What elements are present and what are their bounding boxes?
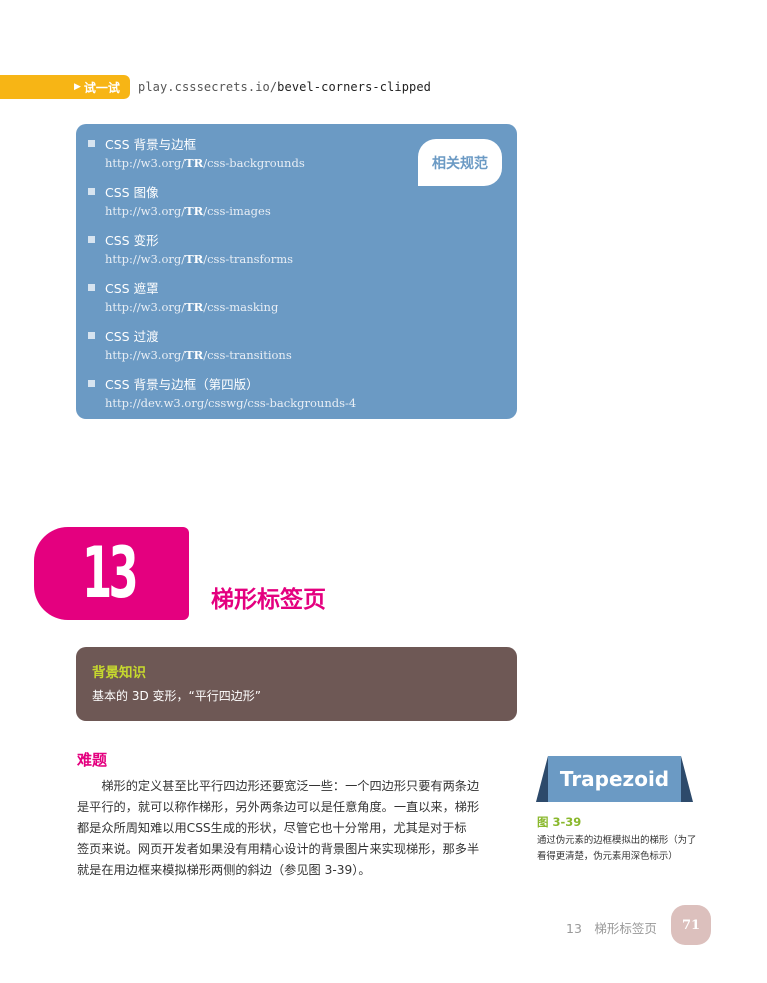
spec-link-url-pre: http://w3.org/	[105, 156, 186, 170]
spec-title: CSS 遮罩	[88, 277, 356, 297]
spec-link[interactable]: http://w3.org/TR/css-backgrounds	[88, 153, 356, 173]
try-it-url[interactable]: play.csssecrets.io/bevel-corners-clipped	[138, 80, 431, 94]
body-line: 是平行的，就可以称作梯形，另外两条边可以是任意角度。一直以来，梯形	[77, 800, 480, 814]
spec-link-url-pre: http://w3.org/	[105, 348, 186, 362]
spec-item: CSS 图像 http://w3.org/TR/css-images	[88, 181, 356, 229]
background-knowledge-box: 背景知识 基本的 3D 变形，“平行四边形”	[76, 647, 517, 721]
play-arrow-icon: ▶	[74, 82, 81, 92]
spec-link-url-pre: http://w3.org/	[105, 300, 186, 314]
spec-item: CSS 背景与边框（第四版） http://dev.w3.org/csswg/cs…	[88, 373, 356, 421]
spec-item: CSS 遮罩 http://w3.org/TR/css-masking	[88, 277, 356, 325]
spec-link[interactable]: http://w3.org/TR/css-transforms	[88, 249, 356, 269]
spec-link-url-post: /css-masking	[203, 300, 279, 314]
background-knowledge-label: 背景知识	[92, 665, 146, 681]
figure-number: 图 3-39	[537, 815, 582, 829]
chapter-title: 梯形标签页	[211, 587, 326, 613]
spec-link-url-post: /css-backgrounds	[203, 156, 305, 170]
spec-title: CSS 背景与边框	[88, 133, 356, 153]
try-it-label: 试一试	[83, 80, 120, 95]
spec-link-url-bold: TR	[185, 300, 204, 314]
spec-link[interactable]: http://w3.org/TR/css-masking	[88, 297, 356, 317]
body-paragraph: 梯形的定义甚至比平行四边形还要宽泛一些：一个四边形只要有两条边 是平行的，就可以称…	[77, 776, 518, 881]
try-it-tab: ▶ 试一试	[0, 75, 130, 99]
square-bullet-icon	[88, 139, 95, 147]
body-line: 签页来说。网页开发者如果没有用精心设计的背景图片来实现梯形，那多半	[77, 842, 480, 856]
spec-link-url-post: /css-transforms	[203, 252, 294, 266]
square-bullet-icon	[88, 235, 95, 243]
spec-link-url-pre: http://w3.org/	[105, 252, 186, 266]
spec-link-url-pre: http://w3.org/	[105, 204, 186, 218]
body-line: 都是众所周知难以用CSS生成的形状，尽管它也十分常用，尤其是对于标	[77, 821, 467, 835]
spec-item: CSS 背景与边框 http://w3.org/TR/css-background…	[88, 133, 356, 181]
spec-link[interactable]: http://w3.org/TR/css-images	[88, 201, 356, 221]
spec-title-text: CSS 遮罩	[105, 280, 159, 296]
spec-title-text: CSS 图像	[105, 184, 159, 200]
figure-caption: 通过伪元素的边框模拟出的梯形（为了看得更清楚，伪元素用深色标示）	[537, 835, 697, 862]
section-title: 难题	[77, 751, 108, 769]
spec-link-url-pre: http://dev.w3.org/csswg/css-backgrounds-…	[105, 396, 357, 410]
spec-link-url-post: /css-images	[203, 204, 271, 218]
try-it-url-path: bevel-corners-clipped	[277, 80, 431, 94]
square-bullet-icon	[88, 379, 95, 387]
spec-title-text: CSS 变形	[105, 232, 159, 248]
spec-title: CSS 图像	[88, 181, 356, 201]
body-line: 梯形的定义甚至比平行四边形还要宽泛一些：一个四边形只要有两条边	[77, 779, 480, 793]
spec-title-text: CSS 背景与边框（第四版）	[105, 376, 259, 392]
spec-link-url-bold: TR	[185, 348, 204, 362]
spec-link-url-bold: TR	[185, 156, 204, 170]
trapezoid-figure: Trapezoid	[536, 756, 693, 804]
chapter-number: 13	[82, 532, 139, 614]
background-knowledge-text: 基本的 3D 变形，“平行四边形”	[92, 689, 261, 703]
spec-link-url-bold: TR	[185, 252, 204, 266]
spec-list: CSS 背景与边框 http://w3.org/TR/css-background…	[88, 133, 356, 421]
trapezoid-label: Trapezoid	[560, 767, 669, 791]
spec-link[interactable]: http://w3.org/TR/css-transitions	[88, 345, 356, 365]
spec-title: CSS 变形	[88, 229, 356, 249]
trapezoid-shape: Trapezoid	[536, 756, 693, 802]
related-specs-badge: 相关规范	[418, 139, 502, 186]
running-footer: 13 梯形标签页	[566, 921, 657, 936]
spec-title-text: CSS 背景与边框	[105, 136, 197, 152]
spec-item: CSS 变形 http://w3.org/TR/css-transforms	[88, 229, 356, 277]
spec-title-text: CSS 过渡	[105, 328, 159, 344]
spec-title: CSS 过渡	[88, 325, 356, 345]
try-it-url-host: play.csssecrets.io/	[138, 80, 278, 94]
spec-item: CSS 过渡 http://w3.org/TR/css-transitions	[88, 325, 356, 373]
spec-title: CSS 背景与边框（第四版）	[88, 373, 356, 393]
spec-link[interactable]: http://dev.w3.org/csswg/css-backgrounds-…	[88, 393, 356, 413]
page-number: 71	[671, 905, 711, 945]
square-bullet-icon	[88, 283, 95, 291]
square-bullet-icon	[88, 187, 95, 195]
square-bullet-icon	[88, 331, 95, 339]
spec-link-url-bold: TR	[185, 204, 204, 218]
spec-link-url-post: /css-transitions	[203, 348, 292, 362]
body-line: 就是在用边框来模拟梯形两侧的斜边（参见图 3-39）。	[77, 863, 371, 877]
